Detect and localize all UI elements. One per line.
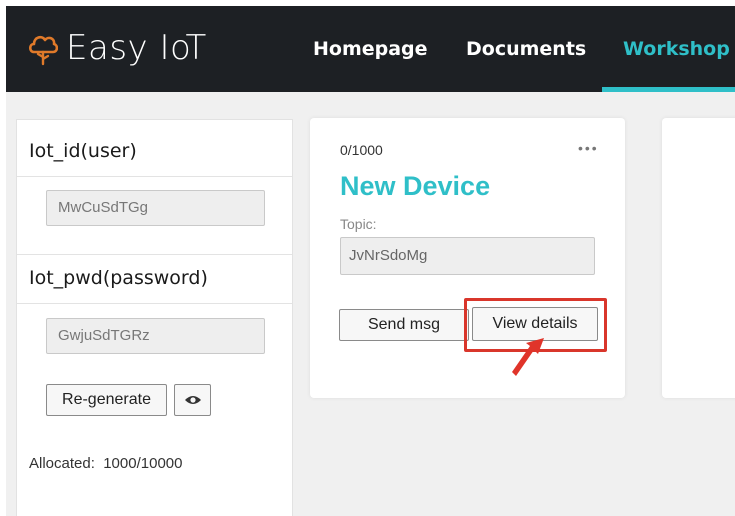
message-counter: 0/1000 (340, 142, 383, 158)
iot-id-label: Iot_id(user) (29, 140, 137, 162)
iot-pwd-field[interactable]: GwjuSdTGRz (46, 318, 265, 354)
iot-id-field[interactable]: MwCuSdTGg (46, 190, 265, 226)
eye-icon (183, 396, 203, 419)
regenerate-button[interactable]: Re-generate (46, 384, 167, 416)
next-device-card (662, 118, 735, 398)
device-title: New Device (340, 171, 491, 201)
send-msg-button[interactable]: Send msg (339, 309, 469, 341)
nav-documents[interactable]: Documents (466, 6, 586, 92)
show-password-button[interactable] (174, 384, 211, 416)
nav-homepage[interactable]: Homepage (313, 6, 428, 92)
allocated-info: Allocated: 1000/10000 (29, 455, 182, 472)
credentials-panel: Iot_id(user) MwCuSdTGg Iot_pwd(password)… (16, 119, 293, 516)
more-options-icon[interactable]: ••• (578, 140, 599, 156)
divider (17, 176, 292, 177)
brand-logo[interactable]: Easy IoT (28, 28, 207, 68)
cloud-tree-icon (28, 30, 58, 66)
top-nav-bar: Easy IoT Homepage Documents Workshop (6, 6, 735, 92)
divider (17, 303, 292, 304)
topic-field[interactable]: JvNrSdoMg (340, 237, 595, 275)
active-tab-indicator (602, 87, 735, 92)
device-card: 0/1000 ••• New Device Topic: JvNrSdoMg S… (310, 118, 625, 398)
nav-workshop[interactable]: Workshop (623, 6, 730, 92)
pointer-arrow-icon (508, 332, 552, 385)
topic-label: Topic: (340, 216, 377, 232)
allocated-label: Allocated: (29, 455, 95, 472)
brand-name: Easy IoT (66, 28, 207, 68)
divider (17, 254, 292, 255)
allocated-value: 1000/10000 (103, 455, 183, 472)
iot-pwd-label: Iot_pwd(password) (29, 267, 208, 289)
app-frame: Easy IoT Homepage Documents Workshop Iot… (6, 6, 735, 516)
